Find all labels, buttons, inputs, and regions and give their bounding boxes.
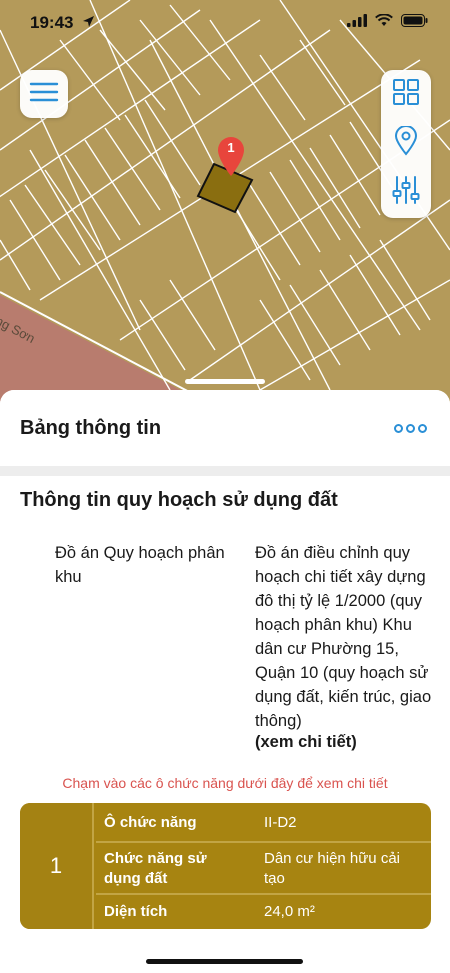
hamburger-menu-icon [29, 81, 59, 108]
grid-view-icon [392, 78, 420, 111]
location-arrow-icon [82, 15, 95, 33]
plan-label: Đồ án Quy hoạch phân khu [55, 544, 225, 586]
more-options-button[interactable] [394, 420, 430, 436]
location-pin-icon [394, 125, 418, 161]
cellular-signal-icon [347, 14, 367, 32]
row-key: Chức năng sử dụng đất [104, 850, 207, 887]
info-panel: Bảng thông tin Thông tin quy hoạch sử dụ… [0, 390, 450, 973]
menu-button[interactable] [20, 70, 68, 118]
drag-handle[interactable] [185, 379, 265, 384]
map-view[interactable]: ng Sơn 1 19:43 [0, 0, 450, 420]
wifi-icon [375, 13, 393, 32]
divider [0, 466, 450, 476]
row-value: 24,0 m² [264, 903, 315, 920]
home-indicator[interactable] [146, 959, 303, 964]
table-row[interactable]: Ô chức năng II-D2 [96, 803, 431, 841]
status-bar: 19:43 [0, 0, 450, 46]
table-row[interactable]: Diện tích 24,0 m² [96, 893, 431, 929]
status-time: 19:43 [30, 13, 74, 32]
sliders-icon [391, 175, 421, 210]
plan-value: Đồ án điều chỉnh quy hoạch chi tiết xây … [255, 544, 432, 730]
grid-view-button[interactable] [381, 70, 431, 119]
row-key: Ô chức năng [104, 814, 197, 831]
row-value: II-D2 [264, 814, 297, 831]
row-value: Dân cư hiện hữu cải tạo [264, 850, 400, 887]
panel-header: Bảng thông tin [0, 390, 450, 466]
more-dots-icon [394, 423, 427, 433]
battery-icon [401, 14, 428, 32]
map-controls [381, 70, 431, 218]
table-row[interactable]: Chức năng sử dụng đất Dân cư hiện hữu cả… [96, 841, 431, 893]
function-table[interactable]: 1 Ô chức năng II-D2 Chức năng sử dụng đấ… [20, 803, 431, 929]
row-key: Diện tích [104, 903, 168, 920]
panel-title: Bảng thông tin [20, 417, 162, 439]
view-details-link[interactable]: (xem chi tiết) [255, 733, 357, 752]
hint-text: Chạm vào các ô chức năng dưới đây để xem… [62, 775, 388, 791]
filter-button[interactable] [381, 168, 431, 217]
locate-button[interactable] [381, 119, 431, 168]
function-index: 1 [49, 853, 63, 878]
function-index-cell: 1 [20, 803, 94, 929]
map-marker-label[interactable]: 1 [225, 140, 237, 155]
section-title: Thông tin quy hoạch sử dụng đất [20, 489, 338, 511]
